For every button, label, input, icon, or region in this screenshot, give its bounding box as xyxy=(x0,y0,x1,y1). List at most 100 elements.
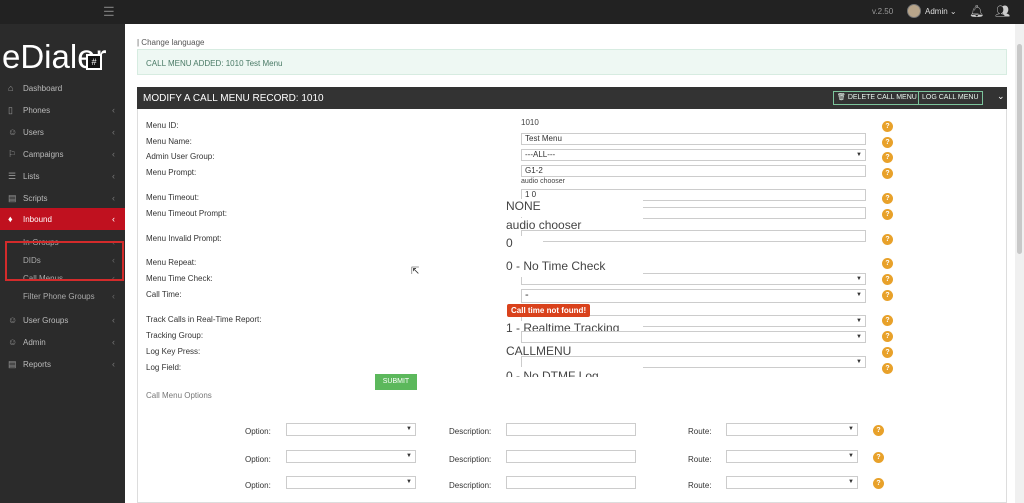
help-icon[interactable]: ? xyxy=(882,315,893,326)
field-label: Menu Timeout: xyxy=(146,193,199,202)
sidebar-item-scripts[interactable]: ▤ Scripts ‹ xyxy=(0,187,125,209)
sidebar-item-reports[interactable]: ▤ Reports ‹ xyxy=(0,353,125,375)
help-icon[interactable]: ? xyxy=(882,168,893,179)
route-label: Route: xyxy=(688,427,712,436)
sidebar-item-campaigns[interactable]: ⚐ Campaigns ‹ xyxy=(0,143,125,165)
help-icon[interactable]: ? xyxy=(882,331,893,342)
flag-icon: ⚐ xyxy=(8,149,17,159)
help-icon[interactable]: ? xyxy=(882,137,893,148)
sidebar-item-admin[interactable]: ☺ Admin ‹ xyxy=(0,331,125,353)
main-content: | Change language CALL MENU ADDED: 1010 … xyxy=(125,24,1015,503)
menu-toggle-icon[interactable]: ☰ xyxy=(103,4,115,20)
menu-prompt-input[interactable]: G1-2 xyxy=(521,165,866,177)
change-language-link[interactable]: | Change language xyxy=(137,38,204,47)
help-icon[interactable]: ? xyxy=(873,452,884,463)
collapse-chevron-icon[interactable]: ⌄ xyxy=(997,91,1005,102)
menu-invalid-prompt-input[interactable]: 0 xyxy=(503,236,543,254)
menu-time-check-select[interactable]: 0 - No Time Check xyxy=(503,259,643,277)
help-icon[interactable]: ? xyxy=(882,274,893,285)
route-select[interactable]: ▼ xyxy=(726,423,858,436)
help-icon[interactable]: ? xyxy=(882,363,893,374)
sidebar-item-label: Scripts xyxy=(23,194,48,203)
avatar[interactable] xyxy=(907,4,921,18)
chevron-left-icon: ‹ xyxy=(112,337,115,347)
field-label: Tracking Group: xyxy=(146,331,204,340)
select-value: ---ALL--- xyxy=(525,150,556,159)
help-icon[interactable]: ? xyxy=(882,258,893,269)
dropdown-arrow-icon: ▼ xyxy=(856,292,862,298)
description-label: Description: xyxy=(449,481,492,490)
home-icon: ⌂ xyxy=(8,83,14,93)
user-menu[interactable]: Admin ⌄ xyxy=(925,7,957,16)
option-select[interactable]: ▼ xyxy=(286,423,416,436)
log-field-select[interactable]: 0 - No DTMF Log xyxy=(503,367,643,377)
dropdown-arrow-icon: ▼ xyxy=(406,426,412,432)
call-time-select[interactable]: - ▼ xyxy=(521,289,866,303)
dropdown-arrow-icon: ▼ xyxy=(856,334,862,340)
sidebar-item-lists[interactable]: ☰ Lists ‹ xyxy=(0,165,125,187)
help-icon[interactable]: ? xyxy=(882,209,893,220)
field-label: Menu ID: xyxy=(146,121,179,130)
sidebar-item-label: Inbound xyxy=(23,215,52,224)
sidebar-item-label: Lists xyxy=(23,172,40,181)
field-label: Menu Invalid Prompt: xyxy=(146,234,222,243)
page-scrollbar[interactable] xyxy=(1015,24,1024,503)
menu-id-value: 1010 xyxy=(521,118,539,127)
option-select[interactable]: ▼ xyxy=(286,476,416,489)
delete-call-menu-button[interactable]: 🗑 DELETE CALL MENU xyxy=(833,91,921,105)
description-label: Description: xyxy=(449,427,492,436)
sidebar-item-label: Users xyxy=(23,128,44,137)
sidebar-item-phones[interactable]: ▯ Phones ‹ xyxy=(0,99,125,121)
field-label: Menu Time Check: xyxy=(146,274,213,283)
help-icon[interactable]: ? xyxy=(882,347,893,358)
menu-timeout-prompt-input[interactable]: NONE xyxy=(503,199,643,217)
invalid-prompt-box xyxy=(521,230,866,242)
highlight-box xyxy=(5,241,124,281)
menu-name-input[interactable]: Test Menu xyxy=(521,133,866,145)
help-icon[interactable]: ? xyxy=(882,121,893,132)
description-input[interactable] xyxy=(506,423,636,436)
help-icon[interactable]: ? xyxy=(882,193,893,204)
admin-user-group-select[interactable]: ---ALL--- ▼ xyxy=(521,149,866,161)
logo-mark: # xyxy=(86,54,102,70)
field-label: Call Time: xyxy=(146,290,182,299)
log-call-menu-button[interactable]: LOG CALL MENU xyxy=(918,91,983,105)
description-input[interactable] xyxy=(506,476,636,489)
sidebar-item-user-groups[interactable]: ☺ User Groups ‹ xyxy=(0,309,125,331)
route-select[interactable]: ▼ xyxy=(726,476,858,489)
submit-button[interactable]: SUBMIT xyxy=(375,374,417,390)
route-label: Route: xyxy=(688,481,712,490)
help-icon[interactable]: ? xyxy=(882,290,893,301)
help-icon[interactable]: ? xyxy=(873,478,884,489)
description-input[interactable] xyxy=(506,450,636,463)
route-select[interactable]: ▼ xyxy=(726,450,858,463)
file-icon: ▤ xyxy=(8,193,17,203)
sidebar-item-users[interactable]: ☺ Users ‹ xyxy=(0,121,125,143)
chevron-left-icon: ‹ xyxy=(112,127,115,137)
dropdown-arrow-icon: ▼ xyxy=(406,453,412,459)
sidebar-subitem-filter-phone-groups[interactable]: Filter Phone Groups ‹ xyxy=(0,287,125,305)
phone-icon: ▯ xyxy=(8,105,13,115)
dropdown-arrow-icon: ▼ xyxy=(406,479,412,485)
dropdown-arrow-icon: ▼ xyxy=(856,359,862,365)
sidebar-item-dashboard[interactable]: ⌂ Dashboard xyxy=(0,77,125,99)
field-label: Menu Timeout Prompt: xyxy=(146,209,227,218)
help-icon[interactable]: ? xyxy=(882,152,893,163)
bell-icon[interactable]: 🔔︎ xyxy=(969,4,984,18)
report-icon: ▤ xyxy=(8,359,17,369)
sidebar-item-inbound[interactable]: ♦ Inbound ‹ xyxy=(0,208,125,230)
success-alert: CALL MENU ADDED: 1010 Test Menu xyxy=(137,49,1007,75)
users-icon[interactable]: 👥︎ xyxy=(995,4,1010,18)
option-select[interactable]: ▼ xyxy=(286,450,416,463)
help-icon[interactable]: ? xyxy=(873,425,884,436)
audio-chooser-link[interactable]: audio chooser xyxy=(521,178,565,185)
list-icon: ☰ xyxy=(8,171,17,181)
sidebar-item-label: Admin xyxy=(23,338,46,347)
user-group-icon: ☺ xyxy=(8,315,18,325)
panel-header: MODIFY A CALL MENU RECORD: 1010 🗑 DELETE… xyxy=(137,87,1007,109)
description-label: Description: xyxy=(449,455,492,464)
scrollbar-thumb[interactable] xyxy=(1017,44,1022,254)
chevron-left-icon: ‹ xyxy=(112,171,115,181)
help-icon[interactable]: ? xyxy=(882,234,893,245)
sidebar-item-label: Reports xyxy=(23,360,52,369)
